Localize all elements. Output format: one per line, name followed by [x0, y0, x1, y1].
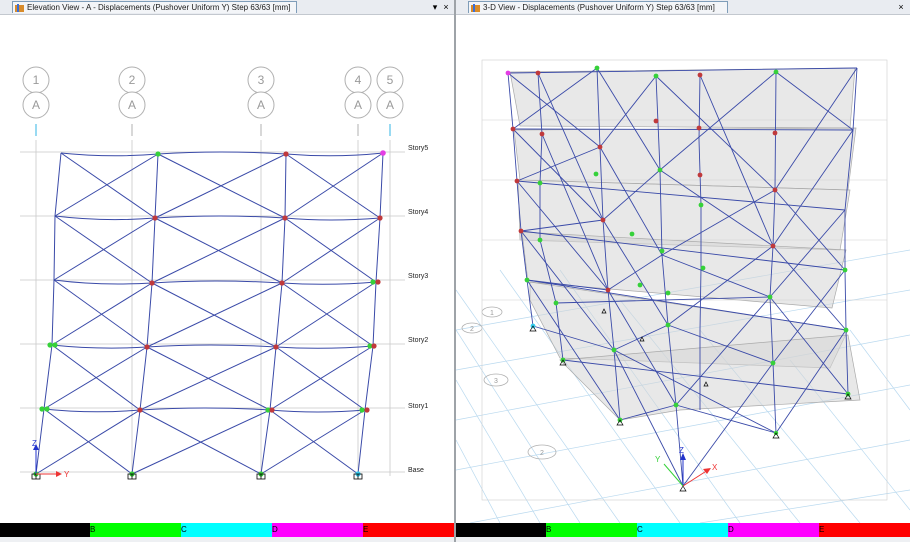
legend-segment-c: C: [637, 523, 728, 537]
close-icon[interactable]: ×: [896, 1, 906, 13]
legend-segment-d: D: [272, 523, 363, 537]
3d-axis-label-y: Y: [655, 455, 661, 464]
axis-label-z: Z: [32, 439, 37, 448]
legend-segment-d: D: [728, 523, 819, 537]
grid-label-a: A: [128, 98, 136, 112]
story-label-base: Base: [408, 467, 424, 474]
elevation-view-pane[interactable]: Elevation View - A - Displacements (Push…: [0, 0, 454, 542]
legend-segment-e: E: [363, 523, 454, 537]
legend-segment-b: B: [546, 523, 637, 537]
hinge-legend-bar: B C D E: [0, 523, 454, 537]
view-icon: [15, 4, 24, 12]
ground-grid-label: 3: [494, 378, 498, 385]
grid-label-5: 5: [387, 73, 394, 87]
bubble-leaders: [35, 124, 391, 136]
3d-view-tab[interactable]: 3-D View - Displacements (Pushover Unifo…: [468, 1, 728, 13]
3d-view-titlebar: 3-D View - Displacements (Pushover Unifo…: [456, 0, 910, 15]
dropdown-icon[interactable]: ▾: [430, 1, 440, 13]
view-icon: [471, 4, 480, 12]
3d-axis-label-z: Z: [679, 446, 684, 455]
elevation-view-titlebar: Elevation View - A - Displacements (Push…: [0, 0, 454, 15]
3d-view-pane[interactable]: 3-D View - Displacements (Pushover Unifo…: [456, 0, 910, 542]
close-icon[interactable]: ×: [441, 1, 451, 13]
story-label-story2: Story2: [408, 337, 428, 344]
restraint-icon: [31, 473, 363, 480]
floor-slabs: [509, 67, 861, 421]
grid-label-4: 4: [355, 73, 362, 87]
ground-grid-label: 2: [540, 450, 544, 457]
axis-label-y: Y: [64, 470, 70, 479]
ground-grid-label: 2: [470, 326, 474, 333]
deformed-frame: [35, 151, 384, 475]
legend-segment-a: [456, 523, 546, 537]
ground-grid-bubbles: [461, 306, 557, 460]
ground-grid-label: 1: [490, 310, 494, 317]
legend-segment-b: B: [90, 523, 181, 537]
story-lines: [20, 151, 405, 473]
grid-bubbles: [22, 66, 404, 119]
grid-label-a: A: [257, 98, 265, 112]
legend-segment-c: C: [181, 523, 272, 537]
3d-axis-label-x: X: [712, 463, 718, 472]
status-strip: [456, 537, 910, 542]
grid-label-2: 2: [129, 73, 136, 87]
3d-view-title: 3-D View - Displacements (Pushover Unifo…: [483, 3, 715, 12]
status-strip: [0, 537, 454, 542]
legend-segment-e: E: [819, 523, 910, 537]
grid-label-a: A: [32, 98, 40, 112]
hinge-legend-bar-3d: B C D E: [456, 523, 910, 537]
legend-segment-a: [0, 523, 90, 537]
story-label-story1: Story1: [408, 403, 428, 410]
elevation-view-title: Elevation View - A - Displacements (Push…: [27, 3, 291, 12]
grid-label-a: A: [386, 98, 394, 112]
story-label-story4: Story4: [408, 209, 428, 216]
grid-label-1: 1: [33, 73, 40, 87]
elevation-canvas[interactable]: 1 2 3 4 5 A A A A A Story5 Story4 Story3…: [0, 15, 454, 523]
3d-canvas[interactable]: 1 3 2 2 Z Y X: [456, 15, 910, 523]
grid-label-a: A: [354, 98, 362, 112]
story-label-story3: Story3: [408, 273, 428, 280]
plastic-hinges: [33, 150, 386, 477]
grid-label-3: 3: [258, 73, 265, 87]
elevation-view-tab[interactable]: Elevation View - A - Displacements (Push…: [12, 1, 297, 13]
story-label-story5: Story5: [408, 145, 428, 152]
